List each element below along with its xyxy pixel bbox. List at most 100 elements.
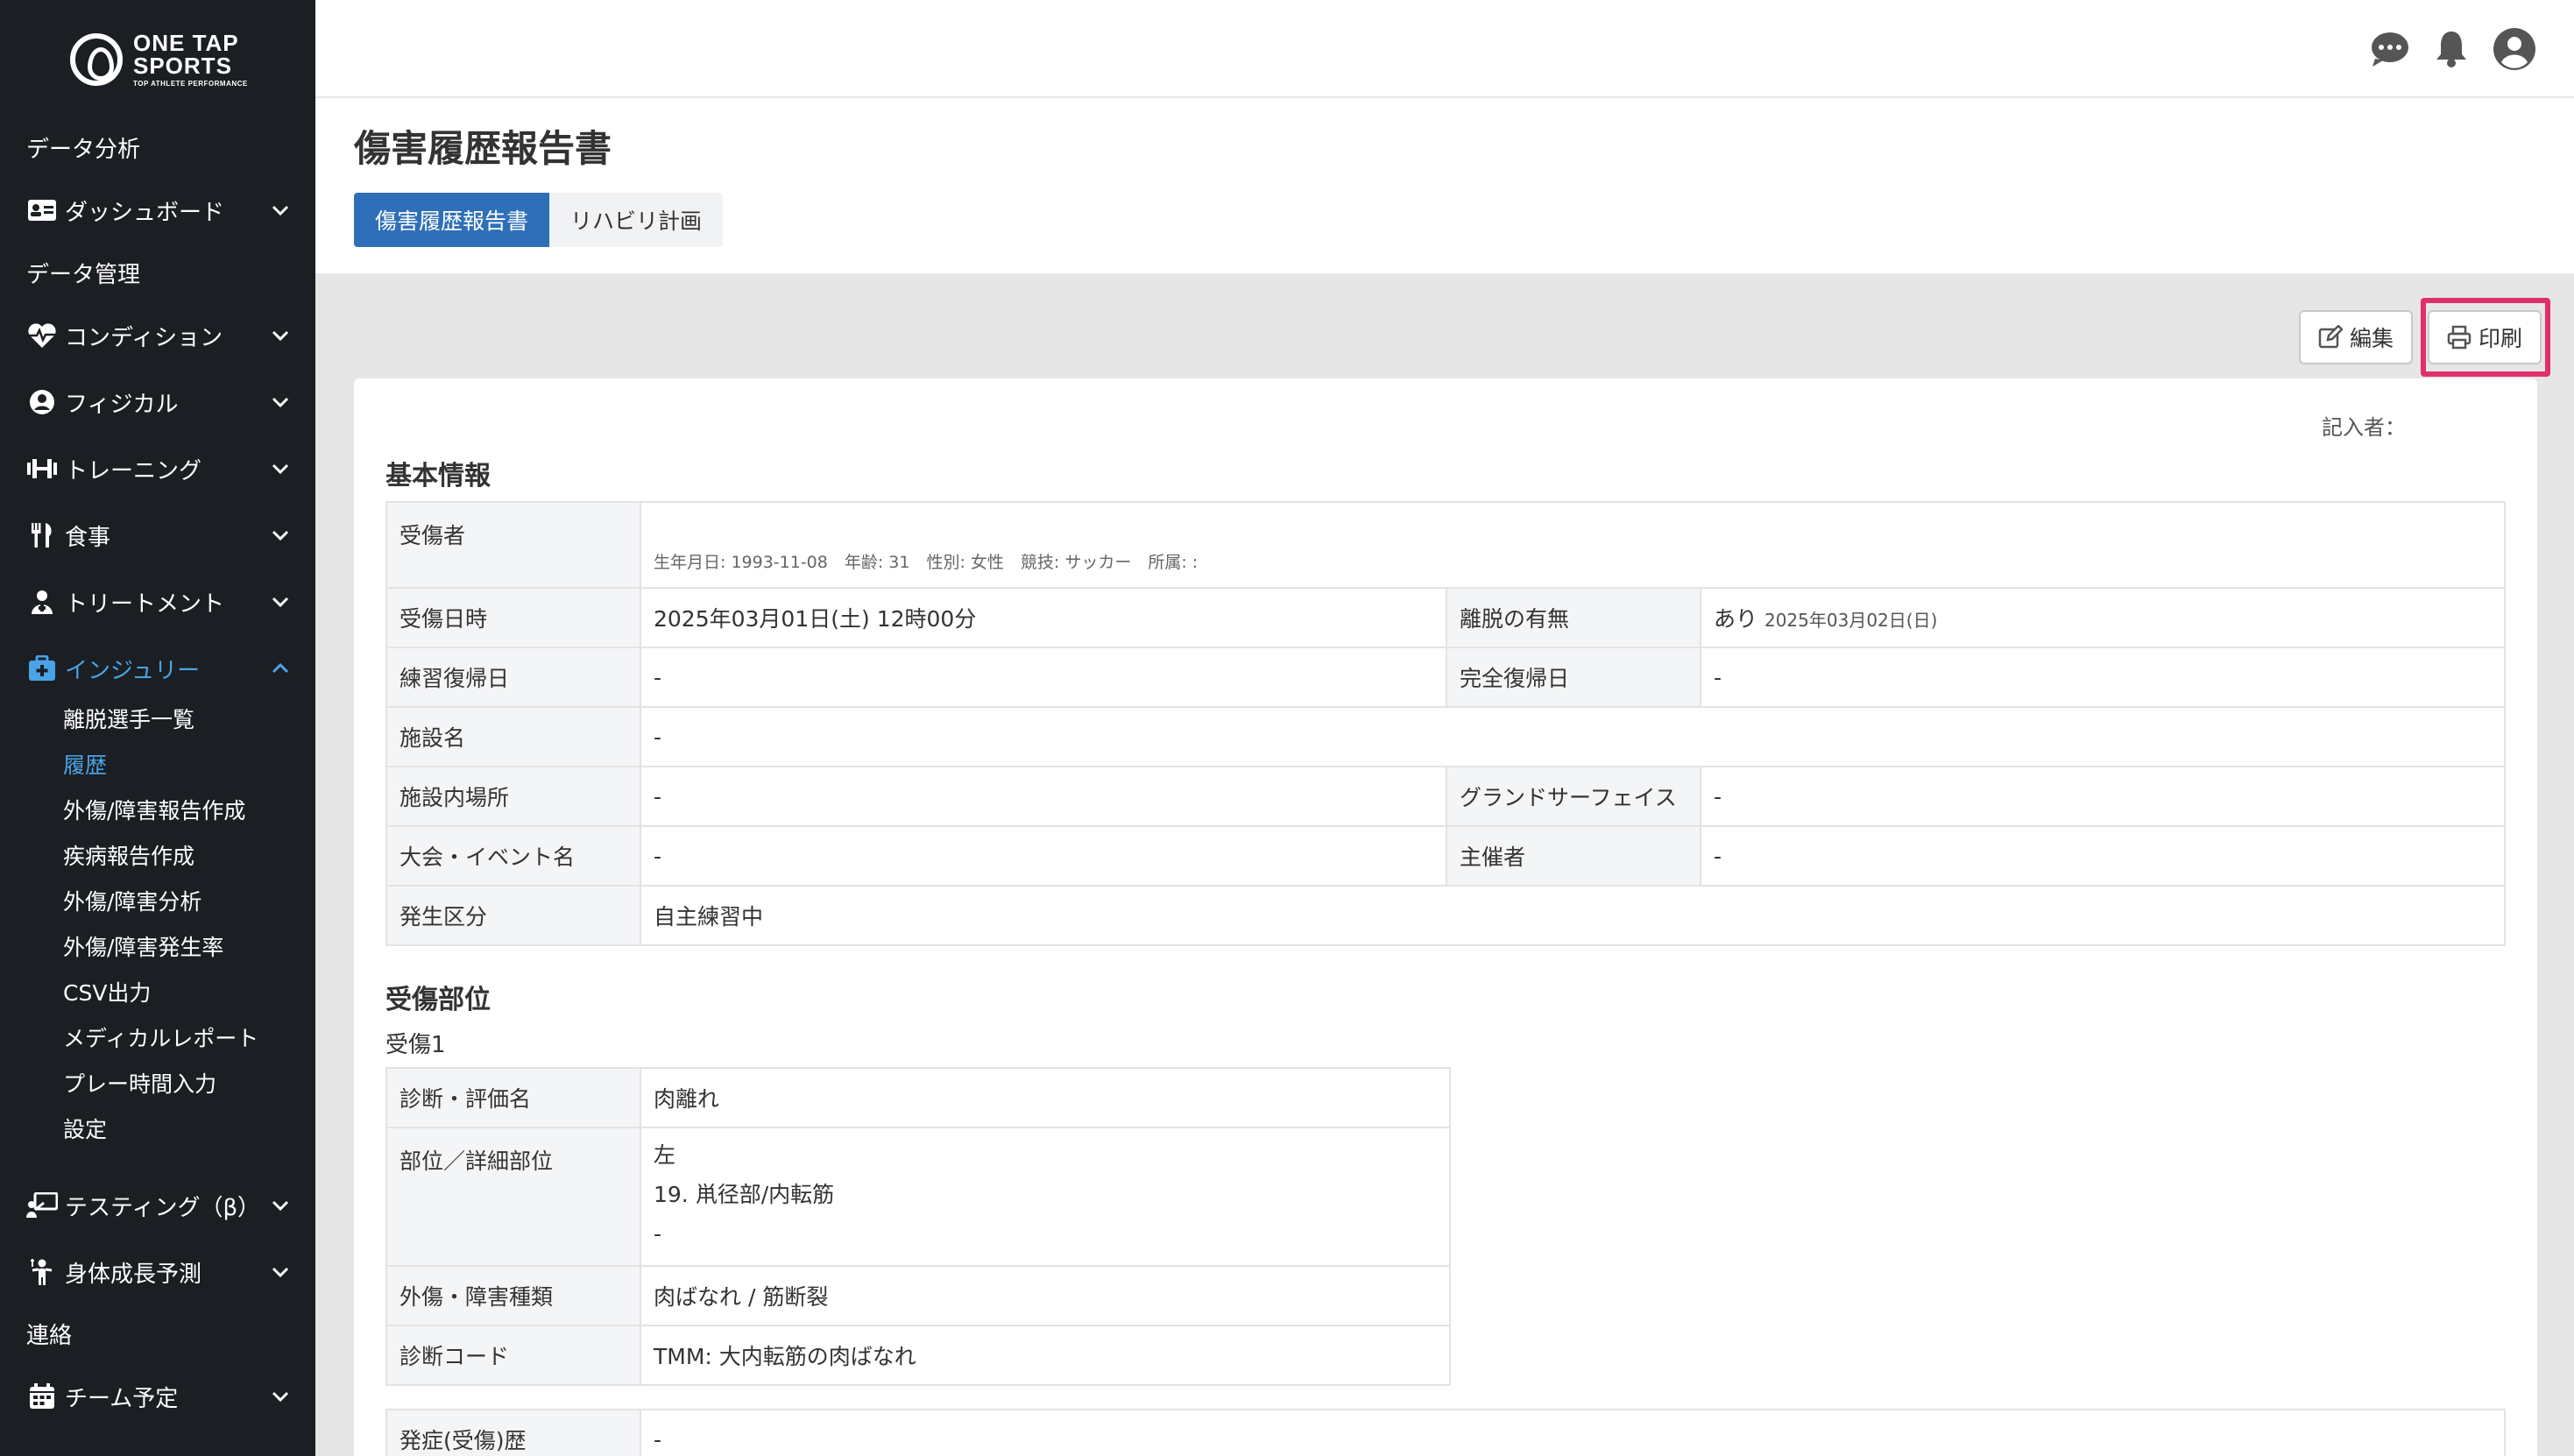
page-title: 傷害履歴報告書: [354, 127, 612, 170]
surface-value: -: [1700, 766, 2506, 827]
chevron-down-icon: [272, 463, 289, 475]
organizer-value: -: [1700, 825, 2506, 887]
sidebar-item-label: フィジカル: [65, 391, 179, 418]
sidebar-item-growth-prediction[interactable]: 身体成長予測: [0, 1247, 315, 1297]
table-row: 部位／詳細部位 左 19. 鼡径部/内転筋 -: [385, 1127, 1451, 1267]
sidebar-item-label: データ管理: [26, 261, 141, 288]
sidebar-subitem-history[interactable]: 履歴: [63, 746, 107, 781]
sidebar-item-condition[interactable]: コンディション: [0, 311, 315, 360]
sidebar-item-label: 身体成長予測: [65, 1261, 202, 1288]
chevron-up-icon: [272, 662, 289, 674]
chat-icon[interactable]: [2365, 25, 2415, 74]
category-label: 発生区分: [385, 885, 641, 946]
chevron-down-icon: [272, 397, 289, 408]
chevron-down-icon: [272, 530, 289, 541]
sidebar-subitem-injury-report[interactable]: 外傷/障害報告作成: [63, 792, 245, 827]
sidebar-item-label: トレーニング: [65, 457, 202, 484]
bell-icon[interactable]: [2427, 25, 2476, 74]
utensils-icon: [26, 521, 58, 549]
sidebar-subitem-injury-rate[interactable]: 外傷/障害発生率: [63, 929, 223, 964]
sidebar-item-treatment[interactable]: トリートメント: [0, 577, 315, 626]
diagnosis-code-value: TMM: 大内転筋の肉ばなれ: [640, 1325, 1451, 1386]
chevron-down-icon: [272, 330, 289, 342]
dumbbell-icon: [26, 455, 58, 483]
part-extra: -: [654, 1221, 662, 1247]
surface-label: グランドサーフェイス: [1446, 766, 1701, 827]
injury-type-value: 肉ばなれ / 筋断裂: [640, 1265, 1451, 1326]
top-header: [315, 0, 2574, 98]
sidebar-subitem-absent-players[interactable]: 離脱選手一覧: [63, 701, 194, 736]
brand-line2: SPORTS: [133, 53, 232, 79]
tab-rehab-plan[interactable]: リハビリ計画: [549, 193, 724, 247]
chevron-down-icon: [272, 1267, 289, 1278]
user-circle-icon: [26, 388, 58, 416]
sidebar-item-data-management[interactable]: データ管理: [0, 248, 315, 297]
event-value: -: [640, 825, 1447, 887]
absence-date: 2025年03月02日(日): [1764, 610, 1938, 631]
sidebar-item-contact[interactable]: 連絡: [0, 1309, 315, 1358]
child-growth-icon: [26, 1258, 58, 1286]
sidebar-item-physical[interactable]: フィジカル: [0, 378, 315, 427]
user-doctor-icon: [26, 588, 58, 616]
practice-return-value: -: [640, 647, 1447, 708]
injured-label: 受傷者: [385, 501, 641, 589]
report-card: 記入者： 基本情報 受傷者 生年月日: 1993-11-08 年齢: 31 性別…: [354, 378, 2537, 1456]
sidebar-item-label: ダッシュボード: [65, 199, 225, 226]
basic-info-title: 基本情報: [385, 461, 491, 491]
sidebar-item-dashboard[interactable]: ダッシュボード: [0, 186, 315, 235]
user-avatar-icon[interactable]: [2490, 25, 2539, 74]
diagnosis-value: 肉離れ: [640, 1067, 1451, 1128]
chevron-down-icon: [272, 205, 289, 216]
sidebar-item-label: チーム予定: [65, 1385, 179, 1412]
sidebar-item-label: 食事: [65, 524, 111, 551]
sidebar-item-label: コンディション: [65, 324, 223, 351]
sidebar-subitem-medical-report[interactable]: メディカルレポート: [63, 1020, 258, 1055]
chevron-down-icon: [272, 1391, 289, 1403]
sidebar-item-testing[interactable]: テスティング（β）: [0, 1181, 315, 1230]
sidebar-item-label: インジュリー: [65, 657, 201, 684]
full-return-label: 完全復帰日: [1446, 647, 1701, 708]
brand-logo[interactable]: ONE TAP SPORTS TOP ATHLETE PERFORMANCE: [70, 32, 248, 88]
injury-date-label: 受傷日時: [385, 587, 641, 648]
tab-injury-history-report[interactable]: 傷害履歴報告書: [354, 193, 550, 247]
absence-label: 離脱の有無: [1446, 587, 1701, 648]
chevron-down-icon: [272, 1200, 289, 1212]
table-row: 発症(受傷)歴 -: [385, 1409, 2506, 1456]
table-row: 施設名 -: [385, 706, 2506, 767]
sidebar-item-meal[interactable]: 食事: [0, 511, 315, 560]
edit-icon: [2318, 325, 2343, 349]
sidebar-subitem-playtime-input[interactable]: プレー時間入力: [63, 1065, 216, 1100]
edit-button[interactable]: 編集: [2299, 310, 2414, 364]
event-label: 大会・イベント名: [385, 825, 641, 887]
part-label: 部位／詳細部位: [385, 1127, 641, 1267]
sidebar-item-team-schedule[interactable]: チーム予定: [0, 1372, 315, 1421]
sidebar-subitem-csv-export[interactable]: CSV出力: [63, 974, 151, 1009]
sidebar-item-injury[interactable]: インジュリー: [0, 644, 315, 693]
sidebar-item-training[interactable]: トレーニング: [0, 444, 315, 493]
table-row: 施設内場所 - グランドサーフェイス -: [385, 766, 2506, 827]
diagnosis-label: 診断・評価名: [385, 1067, 641, 1128]
tab-bar: 傷害履歴報告書 リハビリ計画: [354, 193, 724, 247]
part-detail: 19. 鼡径部/内転筋: [654, 1182, 835, 1207]
injury-site-title: 受傷部位: [385, 985, 491, 1015]
id-card-icon: [26, 196, 58, 224]
sidebar-item-data-analysis[interactable]: データ分析: [0, 123, 315, 172]
sidebar-subitem-injury-analysis[interactable]: 外傷/障害分析: [63, 883, 202, 918]
chevron-down-icon: [272, 597, 289, 608]
table-row: 練習復帰日 - 完全復帰日 -: [385, 647, 2506, 708]
sidebar-subitem-illness-report[interactable]: 疾病報告作成: [63, 838, 194, 873]
injured-person-meta: 生年月日: 1993-11-08 年齢: 31 性別: 女性 競技: サッカー …: [654, 553, 1199, 572]
part-side: 左: [654, 1142, 676, 1168]
logo-mark-icon: [70, 33, 123, 86]
injury-history-table: 発症(受傷)歴 -: [385, 1409, 2506, 1456]
sidebar-subitem-settings[interactable]: 設定: [63, 1111, 107, 1146]
organizer-label: 主催者: [1446, 825, 1701, 887]
facility-label: 施設名: [385, 706, 641, 767]
basic-info-table: 受傷者 生年月日: 1993-11-08 年齢: 31 性別: 女性 競技: サ…: [385, 501, 2506, 946]
print-button-highlight: [2421, 298, 2550, 377]
history-label: 発症(受傷)歴: [385, 1409, 641, 1456]
page-header: 傷害履歴報告書 傷害履歴報告書 リハビリ計画: [315, 98, 2574, 273]
injury-type-label: 外傷・障害種類: [385, 1265, 641, 1326]
history-value: -: [640, 1409, 2506, 1456]
diagnosis-code-label: 診断コード: [385, 1325, 641, 1386]
